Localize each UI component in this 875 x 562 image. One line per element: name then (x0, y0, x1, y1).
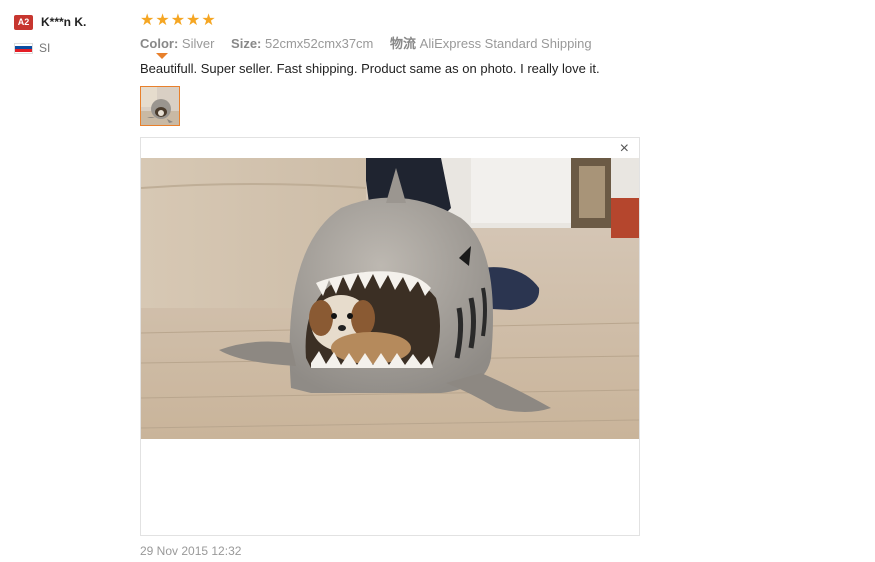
review-body: ★ ★ ★ ★ ★ Color: Silver Size: 52cmx52cmx… (140, 12, 860, 558)
thumbnail-image (141, 87, 179, 125)
shark-bed-photo (141, 158, 639, 439)
star-icon: ★ (140, 12, 155, 29)
star-icon: ★ (201, 12, 216, 29)
size-label: Size: (231, 36, 262, 51)
star-icon: ★ (186, 12, 201, 29)
flag-icon (14, 42, 33, 54)
reviewer-row: A2 K***n K. (14, 12, 124, 32)
star-rating: ★ ★ ★ ★ ★ (140, 12, 860, 30)
thumbnail-pointer (156, 53, 168, 59)
reviewer-name: K***n K. (41, 15, 87, 29)
photo-viewer: × (140, 137, 640, 536)
color-value: Silver (181, 36, 215, 51)
color-label: Color: (140, 36, 179, 51)
review-date: 29 Nov 2015 12:32 (140, 544, 242, 558)
review-text: Beautifull. Super seller. Fast shipping.… (140, 61, 600, 76)
size-value: 52cmx52cmx37cm (265, 36, 374, 51)
star-icon: ★ (170, 12, 186, 29)
level-badge: A2 (14, 14, 33, 30)
order-attributes: Color: Silver Size: 52cmx52cmx37cm 物流 Al… (140, 35, 860, 53)
shipping-label: 物流 (390, 36, 417, 51)
shipping-value: AliExpress Standard Shipping (419, 36, 592, 51)
close-icon[interactable]: × (620, 141, 629, 157)
star-icon: ★ (155, 12, 170, 29)
reviewer-country: SI (14, 41, 124, 55)
reviewer-info: A2 K***n K. SI (14, 12, 124, 55)
country-code: SI (39, 41, 51, 55)
review-photo (141, 158, 639, 439)
photo-thumbnail[interactable] (140, 86, 180, 126)
